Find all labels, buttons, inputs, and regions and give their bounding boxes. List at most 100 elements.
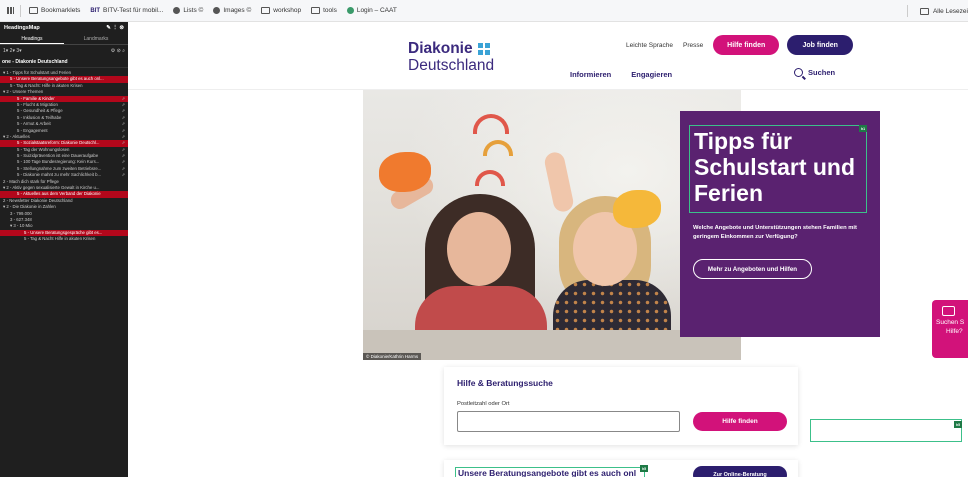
hero-description: Welche Angebote und Unterstützungen steh… (693, 225, 857, 240)
bookmark-bookmarklets[interactable]: Bookmarklets (29, 7, 80, 14)
heading-level-badge: h1 (859, 125, 867, 132)
job-finden-button[interactable]: Job finden (787, 35, 854, 55)
bookmarks-separator (20, 4, 21, 17)
toolbar-icons: ⚙ ⊘ ⌕ (111, 48, 125, 54)
heading-level-badge: h5 (640, 465, 648, 472)
link-presse[interactable]: Presse (683, 42, 703, 49)
bookmarks-bar: Bookmarklets BIT BITV-Test für mobil... … (0, 0, 968, 22)
bookmark-bitv-test[interactable]: BIT BITV-Test für mobil... (90, 7, 163, 14)
heading-tree-item-label: 3 - 799.000 (10, 210, 32, 216)
heading-tree-item-label: 5 - Unsere Beratungsgespräche gibt es... (24, 229, 103, 235)
heading-tree-item-label: 5 - 100 Tage Bundesregierung: Kein Kurs.… (17, 159, 100, 165)
cross-icon (477, 43, 490, 55)
pin-icon[interactable]: ✎ (106, 25, 111, 31)
bitv-icon: BIT (90, 7, 101, 14)
headings-tree: ▾ 1 - Tipps für Schulstart und Ferien 5 -… (0, 68, 128, 243)
hilfe-finden-button[interactable]: Hilfe finden (713, 35, 780, 55)
search-icon[interactable]: ⌕ (122, 48, 125, 54)
globe-icon (173, 7, 181, 14)
top-links: Leichte Sprache Presse Hilfe finden Job … (626, 35, 854, 55)
heading-tree-item-label: ▾ 3 - 10 Mio (10, 223, 33, 229)
headingsmap-tabs: Headings Landmarks (0, 34, 128, 45)
bookmark-tools[interactable]: tools (311, 7, 337, 14)
search-button[interactable]: Suchen (794, 68, 835, 77)
nav-engagieren[interactable]: Engagieren (631, 70, 672, 79)
child-face (447, 212, 511, 286)
heading-tree-item-label: 2 - Newsletter Diakonie Deutschland (3, 197, 73, 203)
heading-tree-item-label: 5 - Diakonie mahnt zu mehr Sachlichkeit … (17, 172, 102, 178)
globe-icon (346, 7, 354, 14)
heading-tree-item-label: ▾ 2 - Aktuelles (3, 133, 30, 139)
headingsmap-toolbar: 1▾ 2▾ 3▾ ⚙ ⊘ ⌕ (0, 45, 128, 56)
online-beratung-button[interactable]: Zur Online-Beratung (693, 466, 787, 477)
logo-word-diakonie: Diakonie (408, 40, 473, 57)
main-nav: Informieren Engagieren (570, 70, 672, 79)
settings-icon[interactable]: ⚙ (111, 48, 115, 54)
heading-tree-item-label: 5 - Tag & Nacht Hilfe in akuten Krisen (24, 236, 96, 242)
hero-teaser: Tipps für Schulstart und Ferien h1 Welch… (680, 111, 880, 337)
heading-tree-item-label: ▾ 2 - Die Diakonie in Zahlen (3, 204, 56, 210)
heading-tree-item-label: 3 - 627.348 (10, 216, 32, 222)
bookmark-login-caat[interactable]: Login – CAAT (346, 7, 397, 14)
beratungssuche-card: Hilfe & Beratungssuche Postleitzahl oder… (444, 367, 798, 445)
globe-icon (213, 7, 221, 14)
folder-icon (29, 7, 38, 14)
speech-bubble-icon (942, 306, 955, 316)
hero-heading: Tipps für Schulstart und Ferien h1 (689, 125, 867, 213)
apps-grid-icon[interactable] (7, 7, 14, 14)
paper-fish (379, 152, 431, 192)
image-credit: © Diakonie/Kathrin Harms (363, 353, 422, 360)
hero-heading-text: Tipps für Schulstart und Ferien (694, 128, 856, 206)
level-selectors[interactable]: 1▾ 2▾ 3▾ (3, 48, 22, 54)
suchen-hilfe-tab[interactable]: Suchen S Hilfe? (932, 300, 968, 358)
search-icon (794, 68, 803, 77)
heading-tree-item-label: 5 - Gesundheit & Pflege (17, 108, 63, 114)
search-label: Suchen (808, 68, 836, 77)
paper-fish (613, 190, 661, 228)
bookmark-images[interactable]: Images © (213, 7, 251, 14)
tab-headings[interactable]: Headings (0, 34, 64, 44)
headingsmap-controls: ✎ ⋮ ⊗ (106, 25, 124, 31)
headingsmap-panel: HeadingsMap ✎ ⋮ ⊗ Headings Landmarks 1▾ … (0, 22, 128, 477)
heading-tree-item-label: 5 - Stellungnahme zum zweiten Betriebsre… (17, 165, 102, 171)
heading-tree-item-label: 5 - Inklusion & Teilhabe (17, 114, 62, 120)
heading-tree-item-label: 5 - Sozialstaatsreform: Diakonie Deutsch… (17, 140, 100, 146)
tab-landmarks[interactable]: Landmarks (64, 34, 128, 44)
folder-icon (311, 7, 321, 14)
hidden-heading-outline: h5 (810, 419, 962, 442)
online-beratung-heading: Unsere Beratungsangebote gibt es auch on… (455, 467, 645, 477)
heading-tree-item-label: 5 - Engagement (17, 127, 48, 133)
online-beratung-teaser: Unsere Beratungsangebote gibt es auch on… (444, 460, 798, 477)
bookmarks-separator (906, 5, 908, 17)
online-beratung-heading-text: Unsere Beratungsangebote gibt es auch on… (458, 468, 637, 477)
more-icon[interactable]: ⋮ (112, 25, 118, 31)
heading-tree-item-label: ▾ 2 - Unsere Themen (3, 89, 44, 95)
heading-tree-item[interactable]: 5 - Tag & Nacht Hilfe in akuten Krisen (0, 236, 128, 242)
heading-tree-item-label: 5 - Familie & Kinder (17, 95, 55, 101)
heading-tree-item-label: 2 - Mach dich stark für Pflege (3, 178, 59, 184)
heading-tree-item-label: 5 - Suizidprävention ist eine Daueraufga… (17, 153, 99, 159)
heading-tree-item-label: 5 - Unsere Beratungsangebote gibt es auc… (10, 76, 104, 82)
card-hilfe-finden-button[interactable]: Hilfe finden (693, 412, 787, 431)
headingsmap-header: HeadingsMap ✎ ⋮ ⊗ (0, 22, 128, 34)
page-viewport: Diakonie Deutschland Leichte Sprache Pre… (128, 22, 968, 477)
angebote-hilfen-button[interactable]: Mehr zu Angeboten und Hilfen (693, 259, 812, 279)
close-icon[interactable]: ⊗ (119, 25, 124, 31)
bookmark-lists[interactable]: Lists © (173, 7, 203, 14)
bookmark-workshop[interactable]: workshop (261, 7, 301, 14)
diakonie-logo[interactable]: Diakonie Deutschland (408, 40, 494, 75)
nav-informieren[interactable]: Informieren (570, 70, 611, 79)
heading-tree-item-label: 5 - Tag & Nacht: Hilfe in akuten Krisen (10, 82, 83, 88)
heading-tree-item-label: 5 - Armut & Arbeit (17, 121, 51, 127)
heading-tree-item-label: ▾ 1 - Tipps für Schulstart und Ferien (3, 70, 72, 75)
logo-line2: Deutschland (408, 57, 495, 74)
folder-icon (919, 7, 929, 15)
hide-icon[interactable]: ⊘ (117, 48, 121, 54)
logo-line1: Diakonie (408, 40, 494, 58)
all-bookmarks[interactable]: Alle Lesezei (906, 0, 968, 22)
folder-icon (261, 7, 271, 14)
heading-tree-item-label: ▾ 2 - Aktiv gegen sexualisierte Gewalt i… (3, 185, 100, 191)
link-leichte-sprache[interactable]: Leichte Sprache (626, 42, 673, 49)
plz-input[interactable] (457, 411, 680, 432)
suche-tab-line2: Hilfe? (946, 327, 963, 335)
